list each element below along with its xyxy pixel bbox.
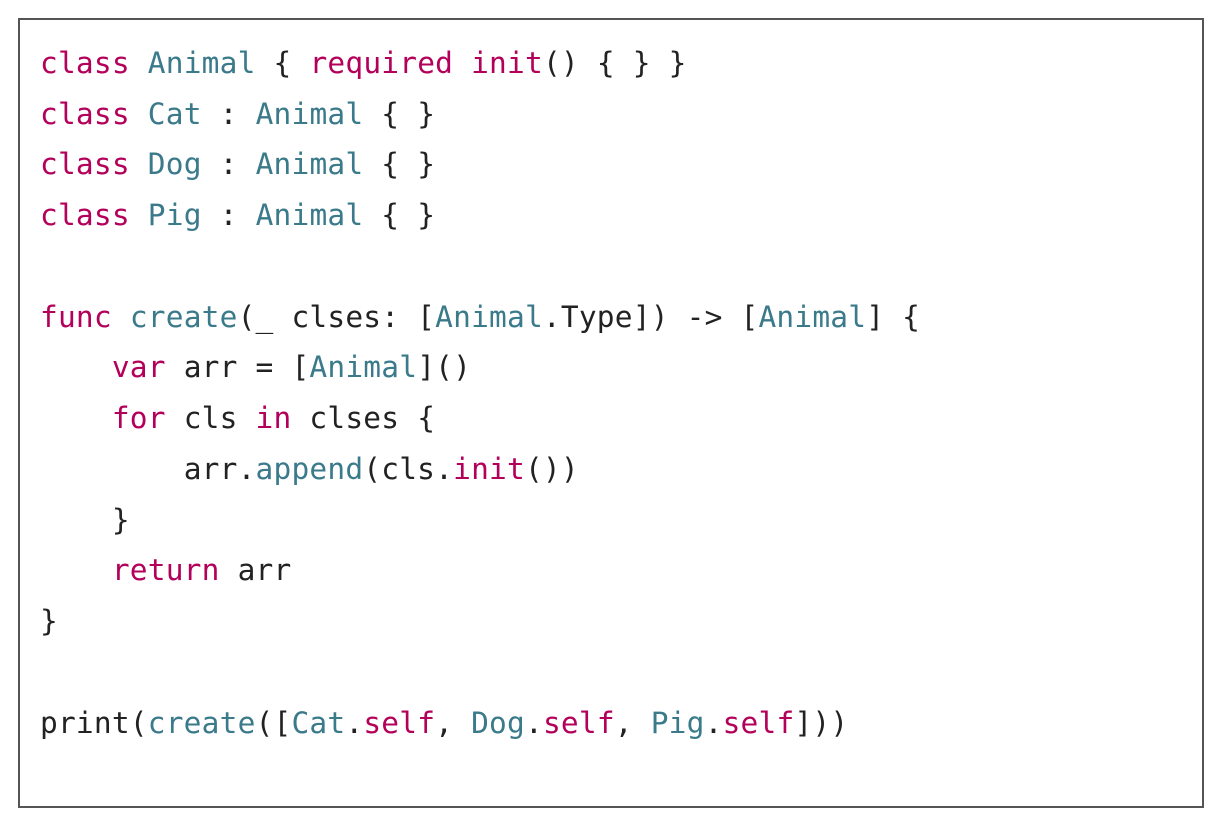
code-text: { }: [363, 198, 435, 232]
code-text: .: [705, 706, 723, 740]
code-text: ])): [794, 706, 848, 740]
code-text: ,: [435, 706, 471, 740]
type-cat: Cat: [148, 97, 202, 131]
code-frame: class Animal { required init() { } } cla…: [18, 18, 1204, 808]
code-text: :: [202, 198, 256, 232]
prop-self: self: [723, 706, 795, 740]
kw-class: class: [40, 46, 130, 80]
type-animal: Animal: [148, 46, 256, 80]
code-text: [40, 401, 112, 435]
kw-init: init: [471, 46, 543, 80]
code-text: [112, 300, 130, 334]
code-text: (_ clses: [: [238, 300, 436, 334]
code-text: clses {: [291, 401, 435, 435]
code-text: }: [112, 503, 130, 537]
code-text: [40, 503, 112, 537]
kw-in: in: [256, 401, 292, 435]
fn-init: init: [453, 452, 525, 486]
code-text: }: [40, 604, 58, 638]
code-text: {: [256, 46, 310, 80]
fn-create: create: [130, 300, 238, 334]
code-text: ()): [525, 452, 579, 486]
kw-class: class: [40, 198, 130, 232]
code-text: arr: [220, 553, 292, 587]
code-text: arr = [: [166, 350, 310, 384]
code-text: arr.: [184, 452, 256, 486]
type-dog: Dog: [471, 706, 525, 740]
code-text: Type: [561, 300, 633, 334]
code-text: [40, 452, 184, 486]
type-animal: Animal: [435, 300, 543, 334]
code-text: ,: [615, 706, 651, 740]
code-text: cls: [166, 401, 256, 435]
kw-return: return: [112, 553, 220, 587]
code-text: [40, 553, 112, 587]
type-animal: Animal: [256, 97, 364, 131]
code-text: .: [525, 706, 543, 740]
code-text: () { } }: [543, 46, 687, 80]
type-animal: Animal: [309, 350, 417, 384]
kw-class: class: [40, 147, 130, 181]
type-dog: Dog: [148, 147, 202, 181]
kw-func: func: [40, 300, 112, 334]
kw-required: required: [309, 46, 453, 80]
type-pig: Pig: [651, 706, 705, 740]
code-text: :: [202, 147, 256, 181]
code-text: .: [543, 300, 561, 334]
code-text: :: [202, 97, 256, 131]
code-text: { }: [363, 147, 435, 181]
prop-self: self: [363, 706, 435, 740]
code-block: class Animal { required init() { } } cla…: [40, 38, 1182, 748]
code-text: { }: [363, 97, 435, 131]
type-animal: Animal: [256, 198, 364, 232]
kw-var: var: [112, 350, 166, 384]
type-cat: Cat: [291, 706, 345, 740]
code-text: [453, 46, 471, 80]
code-text: (cls.: [363, 452, 453, 486]
code-text: ] {: [866, 300, 920, 334]
code-text: ([: [256, 706, 292, 740]
fn-append: append: [256, 452, 364, 486]
fn-create: create: [148, 706, 256, 740]
prop-self: self: [543, 706, 615, 740]
type-pig: Pig: [148, 198, 202, 232]
type-animal: Animal: [758, 300, 866, 334]
kw-class: class: [40, 97, 130, 131]
code-text: .: [345, 706, 363, 740]
code-text: ](): [417, 350, 471, 384]
code-text: [40, 350, 112, 384]
kw-for: for: [112, 401, 166, 435]
type-animal: Animal: [256, 147, 364, 181]
code-text: print(: [40, 706, 148, 740]
code-text: ]) -> [: [633, 300, 759, 334]
